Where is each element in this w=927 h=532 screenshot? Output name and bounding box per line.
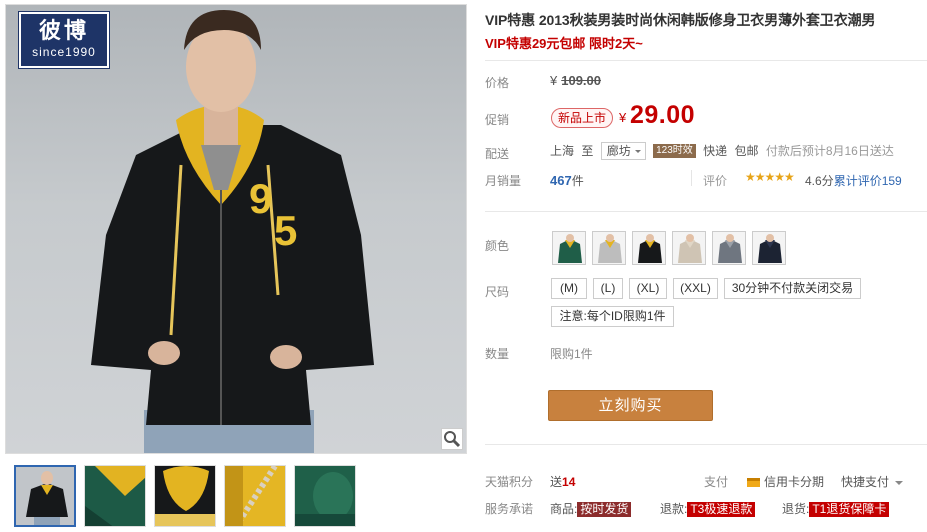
- zoom-icon[interactable]: [441, 428, 463, 450]
- payment-label: 支付: [704, 475, 729, 489]
- credit-card-icon: [747, 478, 760, 487]
- color-swatch-black[interactable]: [632, 231, 666, 265]
- list-price-value: 109.00: [561, 73, 601, 88]
- main-product-image[interactable]: 9 5 彼博 since1990: [5, 4, 467, 454]
- promo-tag: 新品上市: [551, 108, 614, 128]
- chevron-down-icon: [895, 481, 904, 489]
- promise-return: 退货: T1退货保障卡: [782, 500, 890, 517]
- thumbnail-1[interactable]: [14, 465, 76, 527]
- shipping-label: 配送: [485, 147, 510, 161]
- thumbnail-3[interactable]: [154, 465, 216, 527]
- credit-card-installment[interactable]: 信用卡分期: [747, 473, 824, 490]
- rating-score: 4.6分累计评价159: [805, 172, 902, 189]
- quantity-label: 数量: [485, 347, 510, 361]
- service-promise-label: 服务承诺: [485, 502, 534, 516]
- currency-symbol: ¥: [619, 110, 627, 125]
- thumbnail-4[interactable]: [224, 465, 286, 527]
- list-price: ¥109.00: [550, 73, 601, 88]
- buy-now-button[interactable]: 立刻购买: [548, 390, 713, 421]
- promise-refund-label: 退款:: [660, 502, 688, 516]
- divider: [485, 60, 927, 61]
- size-option-m[interactable]: (M): [551, 278, 587, 299]
- quick-pay-label: 快捷支付: [841, 475, 890, 489]
- points-value: 送14: [550, 473, 575, 490]
- destination-select[interactable]: 廊坊: [600, 142, 646, 160]
- promo-price-label: 促销: [485, 113, 510, 127]
- ship-to-word: 至: [581, 144, 594, 158]
- currency-symbol: ¥: [550, 73, 558, 88]
- size-label: 尺码: [485, 285, 510, 299]
- points-prefix: 送: [550, 475, 563, 489]
- thumbnail-2[interactable]: [84, 465, 146, 527]
- promise-return-tag[interactable]: T1退货保障卡: [809, 502, 890, 517]
- model-photo: 9 5: [91, 10, 374, 453]
- rating-stars-icon: ★★★★★: [745, 170, 795, 184]
- credit-card-label: 信用卡分期: [764, 475, 825, 489]
- divider: [485, 211, 927, 212]
- promise-goods-tag[interactable]: 按时发货: [577, 502, 632, 517]
- size-option-limit-note[interactable]: 注意:每个ID限购1件: [551, 306, 674, 327]
- sales-unit: 件: [571, 174, 584, 188]
- color-swatch-beige[interactable]: [672, 231, 706, 265]
- promise-refund-tag[interactable]: T3极速退款: [687, 502, 756, 517]
- brand-name-zh: 彼博: [38, 18, 89, 44]
- brand-name-en: since1990: [32, 45, 96, 59]
- color-swatch-green[interactable]: [552, 231, 586, 265]
- delivery-estimate: 付款后预计8月16日送达: [765, 144, 894, 158]
- quantity-limit: 限购1件: [550, 347, 593, 361]
- shipping-cost: 包邮: [734, 144, 759, 158]
- product-title: VIP特惠 2013秋装男装时尚休闲韩版修身卫衣男薄外套卫衣潮男: [485, 12, 876, 28]
- quick-pay-dropdown[interactable]: 快捷支付: [841, 473, 904, 490]
- sales-count: 467: [550, 173, 572, 188]
- color-swatch-grey-yellow[interactable]: [592, 231, 626, 265]
- color-label: 颜色: [485, 239, 510, 253]
- size-option-unpaid-note[interactable]: 30分钟不付款关闭交易: [724, 278, 861, 299]
- svg-text:5: 5: [274, 207, 297, 254]
- size-option-l[interactable]: (L): [593, 278, 623, 299]
- points-number: 14: [562, 475, 576, 489]
- shipping-info: 上海 至 廊坊 123时效 快递 包邮 付款后预计8月16日送达: [550, 142, 894, 161]
- shipping-method: 快递: [703, 144, 728, 158]
- reviews-label: 评价: [703, 174, 728, 188]
- promo-price: 29.00: [630, 101, 696, 129]
- size-option-xl[interactable]: (XL): [629, 278, 667, 299]
- ship-from: 上海: [550, 144, 575, 158]
- score-value: 4.6分: [805, 174, 834, 188]
- promise-goods: 商品: 按时发货: [550, 500, 632, 517]
- promise-goods-label: 商品:: [550, 502, 578, 516]
- points-label: 天猫积分: [485, 475, 534, 489]
- monthly-sales-label: 月销量: [485, 174, 522, 188]
- product-subtitle: VIP特惠29元包邮 限时2天~: [485, 36, 643, 51]
- monthly-sales: 467件: [550, 172, 584, 189]
- brand-logo: 彼博 since1990: [18, 11, 110, 69]
- thumbnail-5[interactable]: [294, 465, 356, 527]
- promise-return-label: 退货:: [782, 502, 810, 516]
- list-price-label: 价格: [485, 76, 510, 90]
- size-option-xxl[interactable]: (XXL): [673, 278, 718, 299]
- total-reviews-link[interactable]: 累计评价159: [834, 174, 902, 188]
- promise-refund: 退款: T3极速退款: [660, 500, 756, 517]
- svg-text:9: 9: [249, 175, 272, 222]
- color-swatch-navy[interactable]: [752, 231, 786, 265]
- delivery-time-badge: 123时效: [653, 144, 696, 158]
- color-swatch-grey[interactable]: [712, 231, 746, 265]
- divider: [691, 170, 692, 186]
- divider: [485, 444, 927, 445]
